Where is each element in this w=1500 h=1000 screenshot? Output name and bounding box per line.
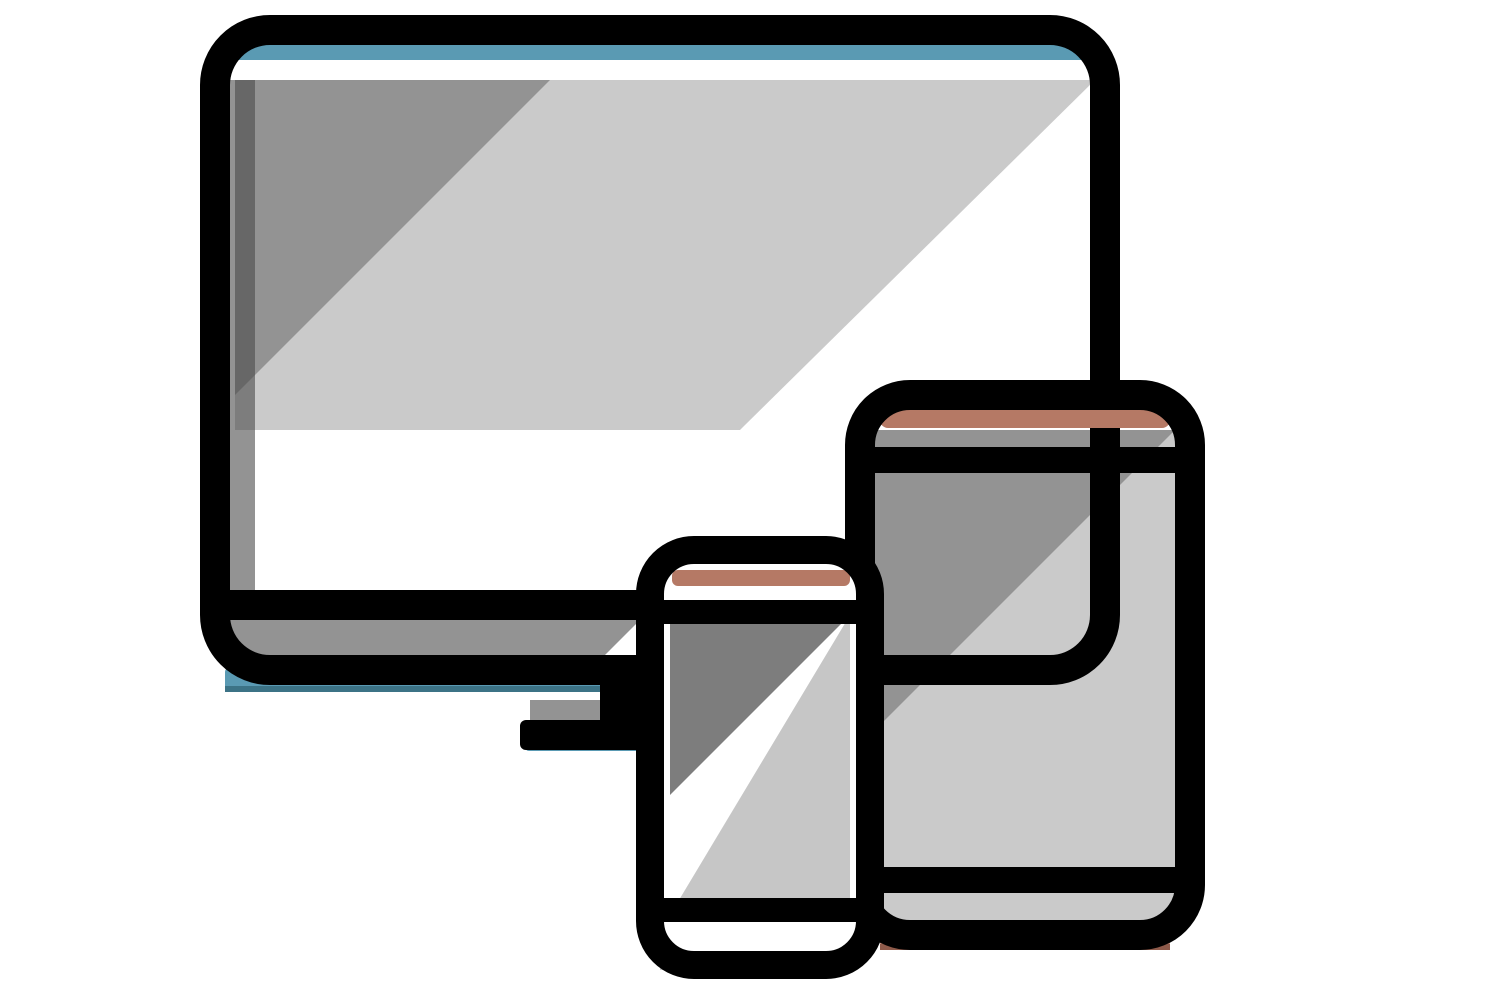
responsive-devices-icon xyxy=(0,0,1500,1000)
illustration-stage xyxy=(0,0,1500,1000)
phone-icon xyxy=(648,548,873,968)
